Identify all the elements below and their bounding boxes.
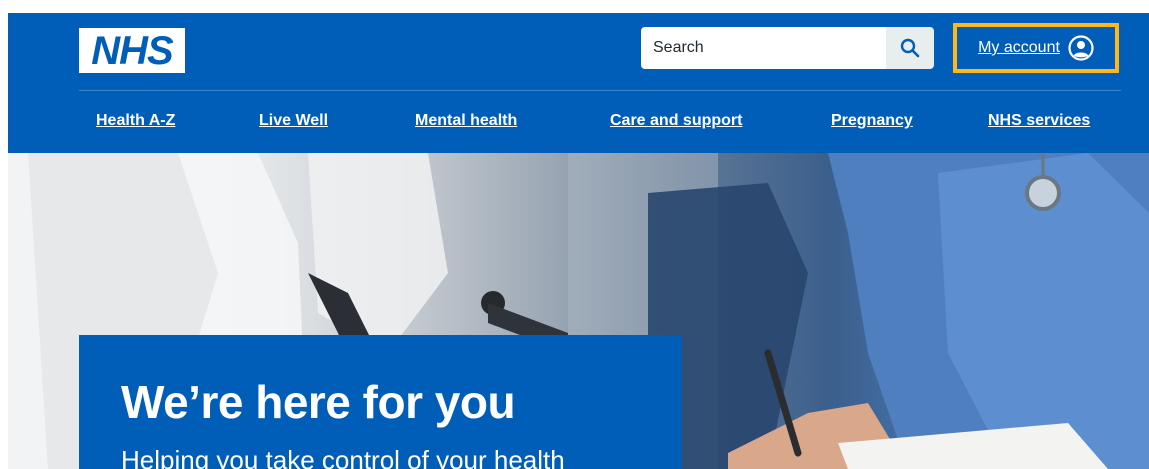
search-bar [641,27,941,69]
nav-item-care-and-support[interactable]: Care and support [610,112,742,130]
nav-item-nhs-services[interactable]: NHS services [988,112,1090,130]
nav-item-health-a-z[interactable]: Health A-Z [96,112,175,130]
nav-item-pregnancy[interactable]: Pregnancy [831,112,913,130]
search-input[interactable] [641,27,886,69]
nav-item-mental-health[interactable]: Mental health [415,112,517,130]
nhs-logo[interactable]: NHS [79,28,185,73]
site-header: NHS My account Health A-Z Live Well [8,13,1149,153]
header-divider [79,90,1121,91]
my-account-label: My account [978,39,1060,56]
nhs-homepage: NHS My account Health A-Z Live Well [8,13,1149,469]
hero-subtitle: Helping you take control of your health [121,445,565,469]
search-icon [900,38,920,58]
nhs-logo-text: NHS [91,28,173,73]
hero-card: We’re here for you Helping you take cont… [79,335,682,469]
nav-item-live-well[interactable]: Live Well [259,112,328,130]
main-navigation: Health A-Z Live Well Mental health Care … [79,112,1121,136]
my-account-link[interactable]: My account [953,23,1119,73]
search-button[interactable] [886,27,934,69]
hero-title: We’re here for you [121,376,516,428]
user-circle-icon [1068,35,1094,61]
hero-banner: We’re here for you Helping you take cont… [8,153,1149,469]
